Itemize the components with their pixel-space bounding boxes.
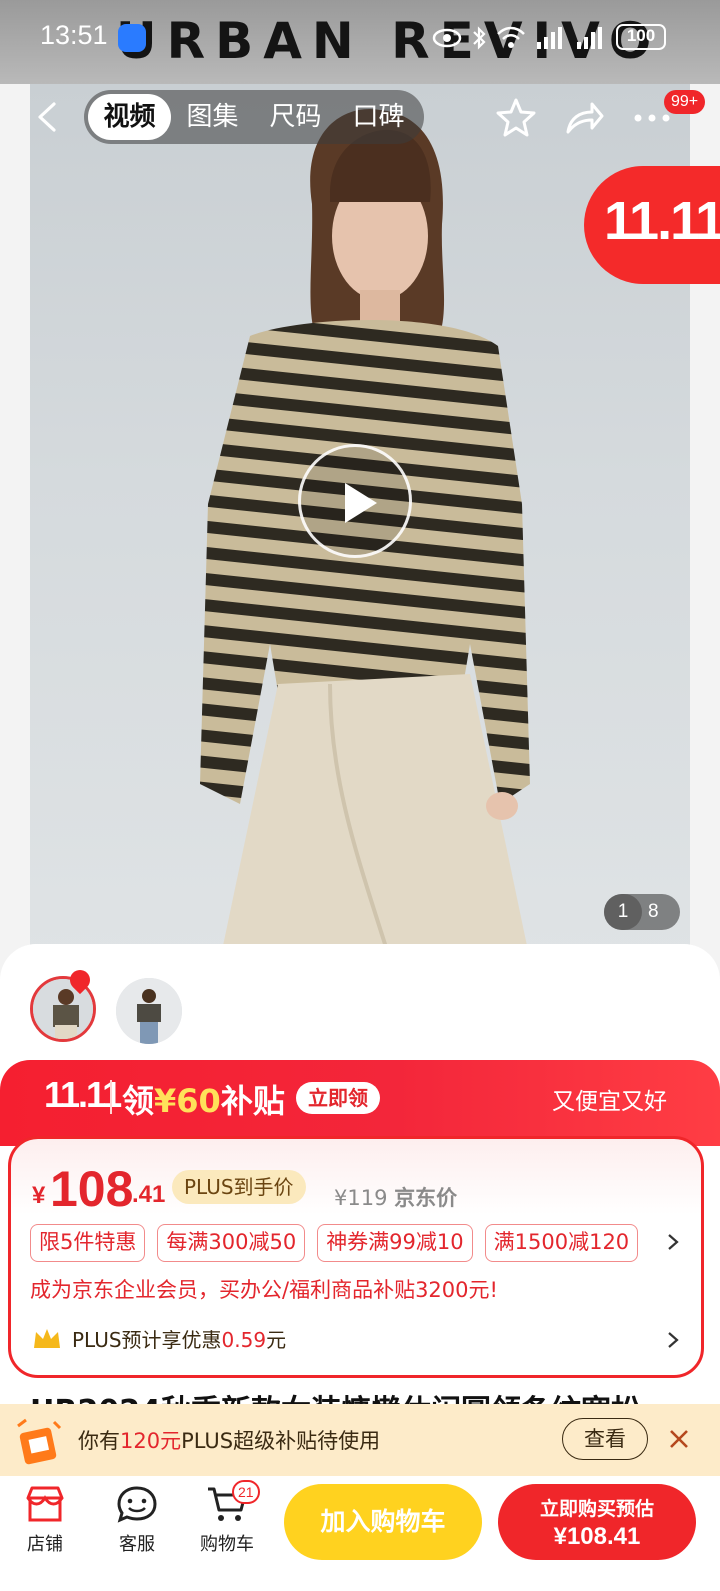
double11-badge-text: 11.11 (604, 191, 720, 251)
back-arrow-icon[interactable] (30, 98, 68, 136)
cart-label: 购物车 (200, 1534, 254, 1555)
bluetooth-icon (473, 26, 486, 50)
signal-icon (537, 27, 562, 49)
subsidy-suffix: PLUS超级补贴待使用 (181, 1429, 381, 1453)
discount-chips[interactable]: 限5件特惠 每满300减50 神券满99减10 满1500减120 (30, 1224, 639, 1262)
chevron-right-icon[interactable] (664, 1330, 682, 1350)
app-notification-icon (118, 24, 146, 52)
play-icon (345, 483, 377, 523)
chevron-right-icon[interactable] (664, 1232, 682, 1252)
divider (110, 1080, 112, 1114)
service-label: 客服 (119, 1534, 155, 1555)
subsidy-amount: 120元 (120, 1429, 182, 1453)
thumbnail-image (116, 978, 182, 1044)
store-icon (26, 1486, 64, 1522)
plus-discount-suffix: 元 (266, 1328, 287, 1352)
status-icons (432, 22, 606, 54)
close-icon[interactable] (668, 1428, 690, 1450)
plus-discount-prefix: PLUS预计享优惠 (72, 1328, 222, 1352)
tab-size[interactable]: 尺码 (254, 94, 337, 140)
discount-chip[interactable]: 满1500减120 (484, 1224, 639, 1262)
coupon-suffix: 补贴 (220, 1082, 285, 1120)
status-time: 13:51 (40, 20, 108, 50)
discount-chip[interactable]: 每满300减50 (157, 1224, 306, 1262)
star-favorite-icon[interactable] (494, 96, 538, 140)
buy-now-button[interactable]: 立即购买预估 ¥108.41 (498, 1484, 696, 1560)
store-button[interactable]: 店铺 (10, 1484, 80, 1556)
plus-discount-amount: 0.59 (221, 1328, 267, 1352)
tab-video[interactable]: 视频 (88, 94, 171, 140)
price-currency: ¥ (32, 1182, 46, 1209)
store-label: 店铺 (27, 1534, 63, 1555)
promo-slogan: 又便宜又好 (552, 1089, 667, 1115)
add-to-cart-button[interactable]: 加入购物车 (284, 1484, 482, 1560)
claim-coupon-button[interactable]: 立即领 (296, 1082, 380, 1114)
coupon-text: 领¥60补贴 (122, 1076, 285, 1122)
chat-smile-icon (117, 1486, 157, 1523)
price-decimal: .41 (132, 1181, 166, 1208)
cart-count-badge: 21 (232, 1480, 260, 1504)
eye-icon (432, 28, 462, 48)
jd-price-value: ¥119 (334, 1186, 388, 1210)
gallery-current: 1 (604, 894, 642, 930)
wifi-icon (497, 26, 525, 48)
view-subsidy-button[interactable]: 查看 (562, 1418, 648, 1460)
plus-discount-row[interactable]: PLUS预计享优惠0.59元 (72, 1324, 286, 1353)
gallery-counter: 1 8 (604, 894, 680, 930)
thumbnail-2[interactable] (116, 978, 182, 1044)
jd-price-label: 京东价 (394, 1186, 458, 1210)
gallery-total: 8 (648, 901, 659, 922)
share-icon[interactable] (562, 96, 606, 140)
plus-price-tag: PLUS到手价 (172, 1170, 306, 1204)
coupon-amount: ¥60 (154, 1082, 221, 1120)
media-tabs: 视频 图集 尺码 口碑 (84, 90, 424, 144)
jd-reference-price: ¥119 京东价 (334, 1182, 457, 1212)
battery-indicator: 100 (616, 24, 666, 50)
buy-now-price: ¥108.41 (553, 1523, 641, 1550)
coupon-prefix: 领 (122, 1082, 155, 1120)
gift-bag-icon (17, 1418, 62, 1465)
status-bar: 13:51 100 (0, 18, 720, 58)
product-gallery[interactable]: URBAN REVIVO 13:51 100 视频 图集 尺码 口碑 99+ 1… (0, 0, 720, 990)
tab-gallery[interactable]: 图集 (171, 94, 254, 140)
subsidy-prefix: 你有 (78, 1429, 120, 1453)
play-video-button[interactable] (298, 444, 412, 558)
customer-service-button[interactable]: 客服 (102, 1484, 172, 1556)
message-badge: 99+ (664, 90, 706, 114)
double11-logo: 11.11 (44, 1074, 122, 1115)
subsidy-text: 你有120元PLUS超级补贴待使用 (78, 1425, 380, 1455)
discount-chip[interactable]: 限5件特惠 (30, 1224, 146, 1262)
price-integer: 108 (50, 1161, 134, 1217)
discount-chip[interactable]: 神券满99减10 (317, 1224, 473, 1262)
tab-reviews[interactable]: 口碑 (337, 94, 420, 140)
buy-now-label: 立即购买预估 (539, 1498, 654, 1520)
crown-icon (34, 1329, 60, 1348)
enterprise-member-link[interactable]: 成为京东企业会员，买办公/福利商品补贴3200元! (30, 1274, 498, 1304)
signal-2-icon (577, 27, 602, 49)
